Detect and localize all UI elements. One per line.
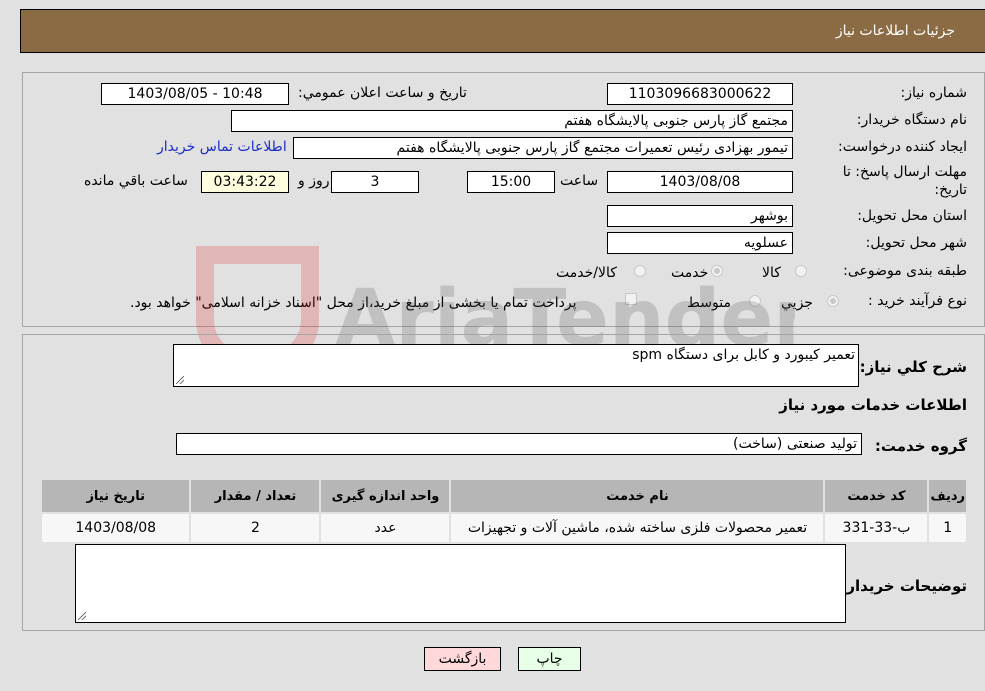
announce-datetime-field: 1403/08/05 - 10:48 xyxy=(101,83,289,105)
col-row-number: ردیف xyxy=(927,478,968,514)
table-header-row: ردیف کد خدمت نام خدمت واحد اندازه گیری ت… xyxy=(39,478,968,514)
need-number-field: 1103096683000622 xyxy=(607,83,793,105)
purchase-type-label: نوع فرآیند خرید : xyxy=(868,293,967,309)
deadline-label-line2: تاریخ: xyxy=(934,182,967,198)
resize-grip-icon[interactable] xyxy=(176,376,184,384)
deadline-time-field: 15:00 xyxy=(467,171,555,193)
purchase-option-minor: جزيي xyxy=(781,295,813,311)
col-quantity: تعداد / مقدار xyxy=(189,478,322,514)
treasury-note: پرداخت تمام یا بخشی از مبلغ خرید،از محل … xyxy=(130,295,577,311)
time-remaining-label: ساعت باقي مانده xyxy=(84,173,188,189)
need-number-label: شماره نیاز: xyxy=(900,85,968,101)
deadline-date-field: 1403/08/08 xyxy=(607,171,793,193)
service-group-label: گروه خدمت: xyxy=(874,437,967,455)
cell-quantity: 2 xyxy=(189,512,322,544)
col-need-date: تاریخ نیاز xyxy=(39,478,192,514)
requester-label: ایجاد کننده درخواست: xyxy=(838,139,967,155)
summary-label: شرح کلي نياز: xyxy=(859,358,967,376)
city-field: عسلویه xyxy=(607,232,793,254)
col-service-name: نام خدمت xyxy=(449,478,826,514)
cell-unit: عدد xyxy=(319,512,452,544)
category-option-goods: کالا xyxy=(762,265,781,281)
purchase-option-medium: متوسط xyxy=(687,295,731,311)
buyer-org-field: مجتمع گاز پارس جنوبی پالایشگاه هفتم xyxy=(231,110,793,132)
deadline-time-label: ساعت xyxy=(560,173,599,189)
buyer-org-label: نام دستگاه خریدار: xyxy=(856,112,967,128)
province-field: بوشهر xyxy=(607,205,793,227)
treasury-checkbox[interactable] xyxy=(625,293,637,305)
cell-need-date: 1403/08/08 xyxy=(39,512,192,544)
page-title: جزئیات اطلاعات نیاز xyxy=(835,23,955,39)
category-option-goods-service: کالا/خدمت xyxy=(556,265,617,281)
time-remaining-field: 03:43:22 xyxy=(201,171,289,193)
days-label: روز و xyxy=(298,173,330,189)
col-unit: واحد اندازه گیری xyxy=(319,478,452,514)
services-heading: اطلاعات خدمات مورد نیاز xyxy=(779,396,967,414)
announce-datetime-label: تاریخ و ساعت اعلان عمومي: xyxy=(298,85,467,101)
resize-grip-icon[interactable] xyxy=(78,612,86,620)
summary-text: تعمیر کیبورد و کابل برای دستگاه spm xyxy=(632,347,855,363)
summary-textarea[interactable]: تعمیر کیبورد و کابل برای دستگاه spm xyxy=(173,344,859,387)
category-radio-goods-service[interactable] xyxy=(634,265,646,277)
services-table: ردیف کد خدمت نام خدمت واحد اندازه گیری ت… xyxy=(39,478,968,544)
print-button[interactable]: چاپ xyxy=(518,647,581,671)
col-service-code: کد خدمت xyxy=(823,478,930,514)
cell-row-number: 1 xyxy=(927,512,968,544)
category-radio-service[interactable] xyxy=(711,265,723,277)
requester-field: تیمور بهزادی رئیس تعمیرات مجتمع گاز پارس… xyxy=(293,137,793,159)
back-button[interactable]: بازگشت xyxy=(424,647,501,671)
city-label: شهر محل تحویل: xyxy=(865,235,967,251)
category-label: طبقه بندی موضوعی: xyxy=(843,263,967,279)
category-option-service: خدمت xyxy=(671,265,709,281)
days-remaining-field: 3 xyxy=(331,171,419,193)
table-row: 1 ب-33-331 تعمیر محصولات فلزی ساخته شده،… xyxy=(39,512,968,544)
buyer-notes-textarea[interactable] xyxy=(75,544,846,623)
purchase-radio-medium[interactable] xyxy=(749,295,761,307)
cell-service-code: ب-33-331 xyxy=(823,512,930,544)
category-radio-goods[interactable] xyxy=(795,265,807,277)
page-header: جزئیات اطلاعات نیاز xyxy=(20,9,985,53)
buyer-notes-label: توضیحات خریدار: xyxy=(840,577,967,595)
province-label: استان محل تحویل: xyxy=(857,208,967,224)
buyer-contact-link[interactable]: اطلاعات تماس خریدار xyxy=(157,139,287,155)
cell-service-name: تعمیر محصولات فلزی ساخته شده، ماشین آلات… xyxy=(449,512,826,544)
purchase-radio-minor[interactable] xyxy=(827,295,839,307)
service-group-field: تولید صنعتی (ساخت) xyxy=(176,433,862,455)
deadline-label-line1: مهلت ارسال پاسخ: تا xyxy=(842,164,967,180)
